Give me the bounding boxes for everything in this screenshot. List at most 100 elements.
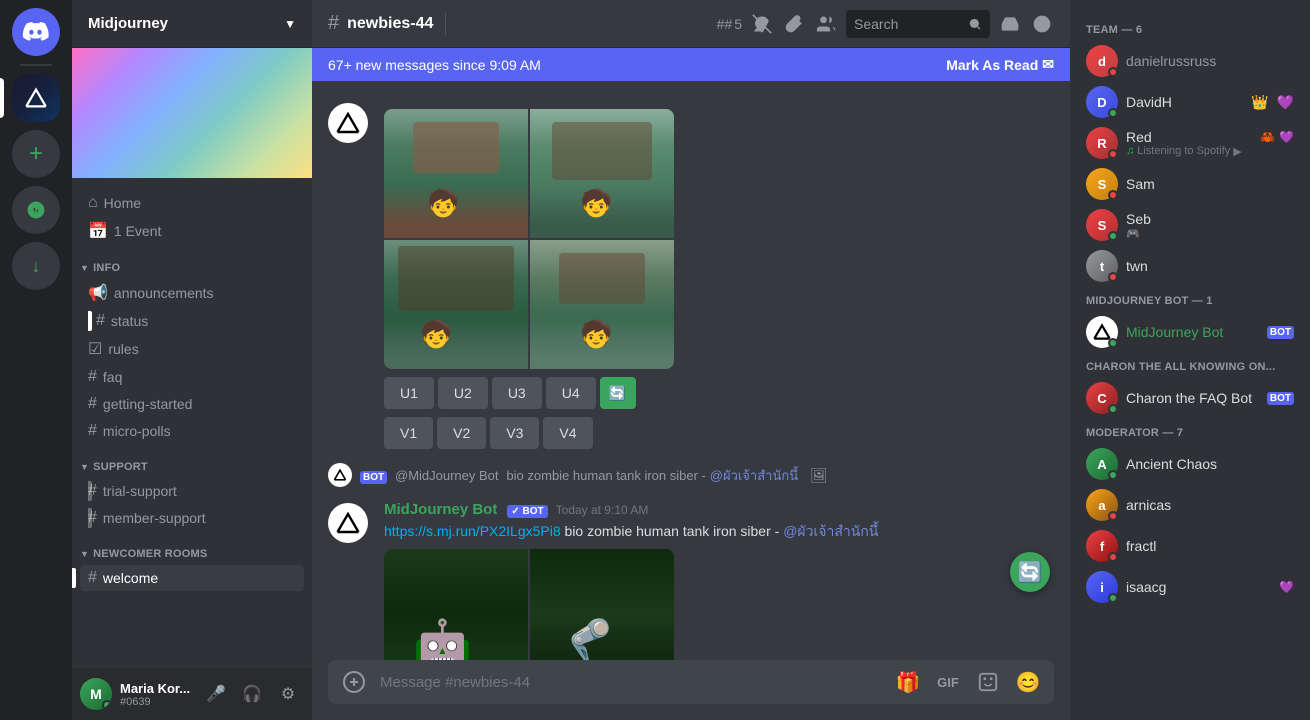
user-avatar[interactable]: M bbox=[80, 678, 112, 710]
active-channel-indicator bbox=[88, 311, 92, 331]
pin-button[interactable] bbox=[782, 12, 806, 36]
add-server-button[interactable]: + bbox=[12, 130, 60, 178]
v4-button[interactable]: V4 bbox=[543, 417, 592, 449]
channel-status[interactable]: # status bbox=[80, 308, 304, 334]
mic-button[interactable]: 🎤 bbox=[200, 678, 232, 710]
discord-home-button[interactable] bbox=[12, 8, 60, 56]
new-messages-banner[interactable]: 67+ new messages since 9:09 AM Mark As R… bbox=[312, 48, 1070, 81]
member-charon[interactable]: C Charon the FAQ Bot BOT bbox=[1078, 378, 1302, 418]
help-button[interactable] bbox=[1030, 12, 1054, 36]
notification-text: BOT @MidJourney Bot bio zombie human tan… bbox=[360, 465, 828, 486]
u4-button[interactable]: U4 bbox=[546, 377, 596, 409]
notification-prompt-text: bio zombie human tank iron siber - bbox=[506, 468, 705, 483]
gift-button[interactable]: 🎁 bbox=[890, 664, 926, 700]
member-sam[interactable]: S Sam bbox=[1078, 164, 1302, 204]
sticker-button[interactable] bbox=[970, 664, 1006, 700]
channel-event[interactable]: 📅 1 Event bbox=[80, 217, 304, 245]
channel-getting-started[interactable]: # getting-started bbox=[80, 391, 304, 417]
refresh-button[interactable]: 🔄 bbox=[600, 377, 636, 409]
explore-servers-button[interactable] bbox=[12, 186, 60, 234]
header-divider bbox=[445, 12, 446, 36]
channel-micro-polls[interactable]: # micro-polls bbox=[80, 418, 304, 444]
getting-started-icon: # bbox=[88, 395, 97, 413]
midjourney-server-icon[interactable] bbox=[12, 74, 60, 122]
member-danielrussruss[interactable]: d danielrussruss bbox=[1078, 41, 1302, 81]
channel-name-display: newbies-44 bbox=[347, 15, 433, 33]
message-text-input[interactable] bbox=[380, 674, 882, 691]
member-seb[interactable]: S Seb 🎮 bbox=[1078, 205, 1302, 245]
message-header-2: MidJourney Bot ✓ BOT Today at 9:10 AM bbox=[384, 501, 1054, 518]
search-input[interactable] bbox=[854, 16, 964, 32]
notification-image-icon: 🖼 bbox=[810, 467, 828, 483]
spotify-logo-icon: ▶ bbox=[1233, 145, 1241, 158]
server-name-header[interactable]: Midjourney ▼ bbox=[72, 0, 312, 48]
status-icon: # bbox=[96, 312, 105, 330]
server-banner bbox=[72, 48, 312, 178]
member-name-isaacg: isaacg bbox=[1126, 579, 1271, 595]
members-button[interactable] bbox=[814, 12, 838, 36]
user-info: Maria Kor... #0639 bbox=[120, 681, 192, 708]
member-avatar-davidh: D bbox=[1086, 86, 1118, 118]
channel-welcome[interactable]: # welcome bbox=[80, 565, 304, 591]
emoji-button[interactable]: 😊 bbox=[1010, 664, 1046, 700]
mj-bot-badge: BOT bbox=[1267, 326, 1294, 339]
inbox-button[interactable] bbox=[998, 12, 1022, 36]
channel-faq[interactable]: # faq bbox=[80, 364, 304, 390]
category-chevron-newcomer: ▼ bbox=[80, 549, 89, 559]
channel-announcements[interactable]: 📢 announcements bbox=[80, 279, 304, 307]
member-name-seb: Seb bbox=[1126, 211, 1151, 227]
v1-button[interactable]: V1 bbox=[384, 417, 433, 449]
u3-button[interactable]: U3 bbox=[492, 377, 542, 409]
user-status-dot bbox=[102, 700, 112, 710]
section-charon-header: CHARON THE ALL KNOWING ON... bbox=[1078, 353, 1302, 377]
member-red[interactable]: R Red 🦀 💜 ♫ Listening to Spotify ▶ bbox=[1078, 123, 1302, 163]
status-dot-charon bbox=[1108, 404, 1118, 414]
message-text-2: https://s.mj.run/PX2ILgx5Pi8 bio zombie … bbox=[384, 522, 1054, 541]
section-team-header: TEAM — 6 bbox=[1078, 16, 1302, 40]
channel-rules[interactable]: ☑ rules bbox=[80, 335, 304, 363]
regenerate-button[interactable]: 🔄 bbox=[1010, 552, 1050, 592]
v2-button[interactable]: V2 bbox=[437, 417, 486, 449]
member-mj-bot[interactable]: MidJourney Bot BOT bbox=[1078, 312, 1302, 352]
channel-home[interactable]: ⌂ Home bbox=[80, 190, 304, 216]
image-grid-2: 🤖 🦿 bbox=[384, 549, 674, 660]
channel-trial-support[interactable]: # trial-support bbox=[80, 478, 304, 504]
announcements-label: announcements bbox=[114, 285, 214, 301]
add-attachment-button[interactable] bbox=[336, 664, 372, 700]
v3-button[interactable]: V3 bbox=[490, 417, 539, 449]
status-dot-twn bbox=[1108, 272, 1118, 282]
member-name-fractl: fractl bbox=[1126, 538, 1294, 554]
member-davidh[interactable]: D DavidH 👑 💜 bbox=[1078, 82, 1302, 122]
member-twn[interactable]: t twn bbox=[1078, 246, 1302, 286]
bell-mute-button[interactable] bbox=[750, 12, 774, 36]
status-dot-mj-bot bbox=[1108, 338, 1118, 348]
category-chevron-info: ▼ bbox=[80, 263, 89, 273]
member-avatar-arnicas: a bbox=[1086, 489, 1118, 521]
category-info[interactable]: ▼ INFO bbox=[72, 246, 312, 278]
search-bar[interactable] bbox=[846, 10, 990, 38]
mark-as-read-icon: ✉ bbox=[1042, 56, 1054, 73]
member-fractl[interactable]: f fractl bbox=[1078, 526, 1302, 566]
member-ancient-chaos[interactable]: A Ancient Chaos bbox=[1078, 444, 1302, 484]
member-count-number: 5 bbox=[734, 16, 742, 32]
message-timestamp-2: Today at 9:10 AM bbox=[556, 503, 649, 517]
mark-as-read-button[interactable]: Mark As Read ✉ bbox=[946, 56, 1054, 73]
category-info-label: INFO bbox=[93, 262, 120, 274]
u1-button[interactable]: U1 bbox=[384, 377, 434, 409]
category-newcomer-rooms[interactable]: ▼ NEWCOMER ROOMS bbox=[72, 532, 312, 564]
member-isaacg[interactable]: i isaacg 💜 bbox=[1078, 567, 1302, 607]
channel-member-support[interactable]: # member-support bbox=[80, 505, 304, 531]
download-button[interactable]: ↓ bbox=[12, 242, 60, 290]
figure-1: 🧒 bbox=[427, 188, 459, 219]
message-link-2[interactable]: https://s.mj.run/PX2ILgx5Pi8 bbox=[384, 523, 561, 539]
image-cell-2: 🧒 bbox=[530, 109, 674, 238]
settings-button[interactable]: ⚙ bbox=[272, 678, 304, 710]
member-arnicas[interactable]: a arnicas bbox=[1078, 485, 1302, 525]
red-activity: ♫ Listening to Spotify ▶ bbox=[1126, 145, 1294, 158]
headset-button[interactable]: 🎧 bbox=[236, 678, 268, 710]
u2-button[interactable]: U2 bbox=[438, 377, 488, 409]
member-name-ancient: Ancient Chaos bbox=[1126, 456, 1294, 472]
welcome-icon: # bbox=[88, 569, 97, 587]
gif-button[interactable]: GIF bbox=[930, 664, 966, 700]
category-support[interactable]: ▼ SUPPORT bbox=[72, 445, 312, 477]
